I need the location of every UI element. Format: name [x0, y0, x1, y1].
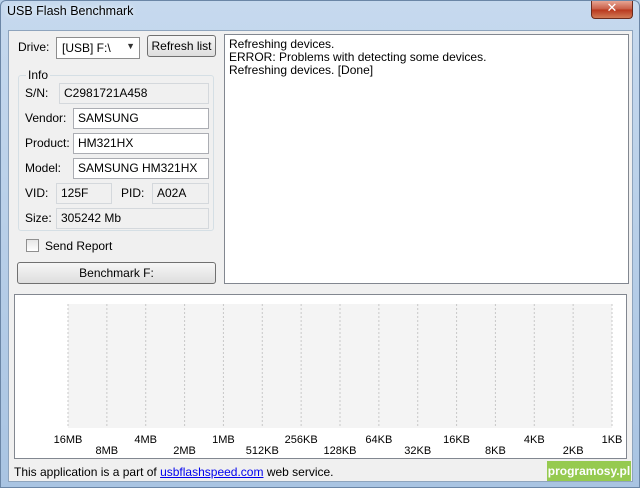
size-label: Size: [25, 211, 52, 225]
product-field[interactable]: HM321HX [73, 133, 209, 154]
drive-select-value: [USB] F:\ [62, 41, 111, 55]
model-label: Model: [25, 161, 62, 175]
footer-prefix: This application is a part of [14, 465, 161, 479]
benchmark-button[interactable]: Benchmark F: [17, 262, 216, 284]
chevron-down-icon: ▼ [126, 41, 135, 51]
footer-suffix: web service. [263, 465, 334, 479]
benchmark-chart: 16MB 8MB 4MB 2MB 1MB 512KB 256KB 128KB 64KB 32KB 1… [14, 294, 627, 459]
chart-tick-label: 256KB [285, 434, 318, 446]
close-button[interactable]: ✕ [591, 1, 633, 19]
info-group: Info S/N: C2981721A458 Vendor: SAMSUNG P… [18, 68, 214, 231]
sn-label: S/N: [25, 86, 49, 100]
drive-label: Drive: [18, 40, 50, 54]
size-field: 305242 Mb [56, 208, 209, 229]
chart-tick-label: 128KB [323, 445, 356, 457]
refresh-list-button[interactable]: Refresh list [147, 35, 216, 57]
pid-field: A02A [152, 183, 209, 204]
chart-svg: 16MB 8MB 4MB 2MB 1MB 512KB 256KB 128KB 64KB 32KB 1… [54, 304, 623, 457]
vendor-label: Vendor: [25, 111, 67, 125]
chart-tick-label: 1KB [602, 434, 623, 446]
usbflashspeed-link[interactable]: usbflashspeed.com [160, 465, 263, 479]
model-field[interactable]: SAMSUNG HM321HX [73, 158, 209, 179]
info-group-title: Info [26, 68, 51, 82]
pid-label: PID: [121, 186, 145, 200]
watermark-logo: programosy.pl [547, 461, 631, 481]
chart-tick-label: 32KB [404, 445, 431, 457]
chart-tick-label: 2KB [563, 445, 584, 457]
chart-tick-label: 4MB [134, 434, 157, 446]
app-window: USB Flash Benchmark ✕ Drive: [USB] F:\ ▼… [0, 0, 640, 488]
log-line: Refreshing devices. [Done] [229, 63, 374, 77]
chart-tick-label: 512KB [246, 445, 279, 457]
vendor-field[interactable]: SAMSUNG [73, 108, 209, 129]
chart-tick-label: 16MB [54, 434, 83, 446]
vid-field: 125F [56, 183, 112, 204]
chart-tick-label: 64KB [365, 434, 392, 446]
product-label: Product: [25, 136, 70, 150]
chart-tick-label: 2MB [173, 445, 196, 457]
sn-field: C2981721A458 [59, 83, 209, 104]
footer-text: This application is a part of usbflashsp… [14, 465, 334, 479]
send-report-label[interactable]: Send Report [45, 239, 112, 253]
chart-tick-label: 8MB [96, 445, 119, 457]
send-report-checkbox[interactable] [26, 239, 39, 252]
log-output[interactable]: Refreshing devices. ERROR: Problems with… [224, 34, 629, 284]
vid-label: VID: [25, 186, 49, 200]
title-bar[interactable]: USB Flash Benchmark ✕ [1, 1, 639, 23]
chart-tick-label: 16KB [443, 434, 470, 446]
drive-select[interactable]: [USB] F:\ ▼ [56, 37, 140, 59]
window-title: USB Flash Benchmark [7, 4, 134, 18]
chart-tick-label: 4KB [524, 434, 545, 446]
chart-tick-label: 8KB [485, 445, 506, 457]
main-panel: Drive: [USB] F:\ ▼ Refresh list Info S/N… [8, 30, 633, 482]
chart-tick-label: 1MB [212, 434, 235, 446]
